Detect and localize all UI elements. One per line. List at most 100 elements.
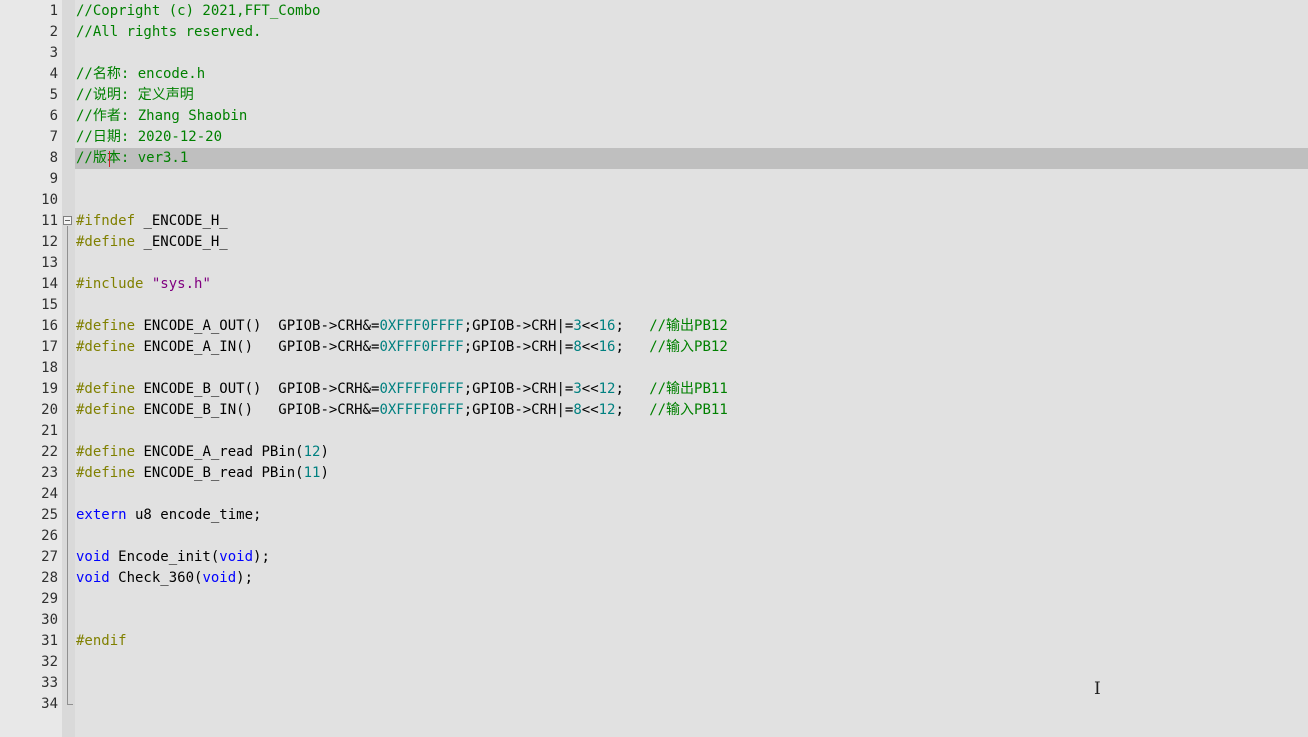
line-number: 14 bbox=[41, 276, 58, 292]
token-comment: //输出PB12 bbox=[649, 318, 728, 334]
code-line[interactable]: 23 #define ENCODE_B_read PBin(11) bbox=[0, 463, 1308, 484]
token-number: 12 bbox=[598, 381, 616, 397]
code-line[interactable]: 21 bbox=[0, 421, 1308, 442]
token-keyword: void bbox=[76, 570, 110, 586]
token-default: << bbox=[581, 402, 599, 418]
code-line[interactable]: 9 bbox=[0, 169, 1308, 190]
token-comment: //Copright (c) 2021,FFT_Combo bbox=[76, 3, 321, 19]
fold-collapse-icon[interactable] bbox=[63, 216, 72, 225]
code-line-text: #define ENCODE_B_read PBin(11) bbox=[76, 463, 329, 484]
code-line[interactable]: 16 #define ENCODE_A_OUT() GPIOB->CRH&=0XF… bbox=[0, 316, 1308, 337]
code-line[interactable]: 11 #ifndef _ENCODE_H_ bbox=[0, 211, 1308, 232]
code-editor[interactable]: 1 //Copright (c) 2021,FFT_Combo 2 //All rig… bbox=[0, 0, 1308, 737]
code-line[interactable]: 25 extern u8 encode_time; bbox=[0, 505, 1308, 526]
code-line[interactable]: 30 bbox=[0, 610, 1308, 631]
line-number: 10 bbox=[41, 192, 58, 208]
token-comment: //名称: encode.h bbox=[76, 66, 206, 82]
code-line[interactable]: 14 #include "sys.h" bbox=[0, 274, 1308, 295]
code-line[interactable]: 27 void Encode_init(void); bbox=[0, 547, 1308, 568]
code-line[interactable]: 28 void Check_360(void); bbox=[0, 568, 1308, 589]
code-line-text: #ifndef _ENCODE_H_ bbox=[76, 211, 228, 232]
code-line[interactable]: 15 bbox=[0, 295, 1308, 316]
code-line[interactable]: 2 //All rights reserved. bbox=[0, 22, 1308, 43]
token-default: Encode_init( bbox=[109, 549, 220, 565]
code-line-text: #define ENCODE_A_IN() GPIOB->CRH&=0XFFF0… bbox=[76, 337, 728, 358]
text-caret bbox=[109, 151, 110, 167]
code-line[interactable]: 17 #define ENCODE_A_IN() GPIOB->CRH&=0XFF… bbox=[0, 337, 1308, 358]
token-default: << bbox=[581, 318, 599, 334]
code-line[interactable]: 19 #define ENCODE_B_OUT() GPIOB->CRH&=0XF… bbox=[0, 379, 1308, 400]
token-preprocessor: #define bbox=[76, 381, 136, 397]
code-line[interactable]: 12 #define _ENCODE_H_ bbox=[0, 232, 1308, 253]
token-number: 16 bbox=[598, 318, 616, 334]
token-default: ;GPIOB->CRH|= bbox=[463, 381, 574, 397]
line-number: 5 bbox=[49, 87, 58, 103]
token-number: 0XFFFF0FFF bbox=[379, 381, 464, 397]
code-line[interactable]: 1 //Copright (c) 2021,FFT_Combo bbox=[0, 1, 1308, 22]
code-line[interactable]: 22 #define ENCODE_A_read PBin(12) bbox=[0, 442, 1308, 463]
token-comment: //输入PB12 bbox=[649, 339, 728, 355]
token-preprocessor: #define bbox=[76, 465, 136, 481]
code-line-text: #define ENCODE_A_OUT() GPIOB->CRH&=0XFFF… bbox=[76, 316, 728, 337]
code-line[interactable]: 33 bbox=[0, 673, 1308, 694]
code-line-text: #define ENCODE_A_read PBin(12) bbox=[76, 442, 329, 463]
line-number: 8 bbox=[49, 150, 58, 166]
code-line-text: //作者: Zhang Shaobin bbox=[76, 106, 247, 127]
line-number: 26 bbox=[41, 528, 58, 544]
token-default: << bbox=[581, 339, 599, 355]
token-comment: //日期: 2020-12-20 bbox=[76, 129, 223, 145]
token-comment: //作者: Zhang Shaobin bbox=[76, 108, 248, 124]
token-number: 0XFFFF0FFF bbox=[379, 402, 464, 418]
line-number: 16 bbox=[41, 318, 58, 334]
token-default: ENCODE_B_read PBin( bbox=[135, 465, 304, 481]
code-line[interactable]: 29 bbox=[0, 589, 1308, 610]
token-default: ;GPIOB->CRH|= bbox=[463, 339, 574, 355]
line-number: 30 bbox=[41, 612, 58, 628]
code-line-text: //说明: 定义声明 bbox=[76, 85, 194, 106]
line-number: 32 bbox=[41, 654, 58, 670]
code-line-text: void Check_360(void); bbox=[76, 568, 253, 589]
token-default: u8 encode_time; bbox=[126, 507, 262, 523]
code-line[interactable]: 18 bbox=[0, 358, 1308, 379]
token-default: ENCODE_A_read PBin( bbox=[135, 444, 304, 460]
code-line-text: #include "sys.h" bbox=[76, 274, 211, 295]
code-line[interactable]: 26 bbox=[0, 526, 1308, 547]
code-line[interactable]: 5 //说明: 定义声明 bbox=[0, 85, 1308, 106]
code-line-text: //Copright (c) 2021,FFT_Combo bbox=[76, 1, 320, 22]
code-line[interactable]: 4 //名称: encode.h bbox=[0, 64, 1308, 85]
code-line-text: //名称: encode.h bbox=[76, 64, 205, 85]
line-number: 6 bbox=[49, 108, 58, 124]
code-line[interactable]: 20 #define ENCODE_B_IN() GPIOB->CRH&=0XFF… bbox=[0, 400, 1308, 421]
line-number: 12 bbox=[41, 234, 58, 250]
code-line[interactable]: 13 bbox=[0, 253, 1308, 274]
code-line[interactable]: 6 //作者: Zhang Shaobin bbox=[0, 106, 1308, 127]
token-default: ;GPIOB->CRH|= bbox=[463, 402, 574, 418]
token-number: 3 bbox=[573, 318, 582, 334]
token-number: 11 bbox=[303, 465, 321, 481]
token-default bbox=[143, 276, 151, 292]
token-keyword: extern bbox=[76, 507, 127, 523]
token-keyword: void bbox=[76, 549, 110, 565]
code-line-text: #endif bbox=[76, 631, 127, 652]
token-default: ; bbox=[615, 339, 650, 355]
token-preprocessor: #define bbox=[76, 444, 136, 460]
code-line[interactable]: 3 bbox=[0, 43, 1308, 64]
line-number: 13 bbox=[41, 255, 58, 271]
line-number: 15 bbox=[41, 297, 58, 313]
code-line[interactable]: 8 //版本: ver3.1 bbox=[0, 148, 1308, 169]
token-number: 8 bbox=[573, 402, 582, 418]
code-line[interactable]: 34 bbox=[0, 694, 1308, 715]
code-line-text: #define _ENCODE_H_ bbox=[76, 232, 228, 253]
line-number: 11 bbox=[41, 213, 58, 229]
line-number: 7 bbox=[49, 129, 58, 145]
code-line[interactable]: 10 bbox=[0, 190, 1308, 211]
token-default: ; bbox=[615, 402, 650, 418]
code-line[interactable]: 24 bbox=[0, 484, 1308, 505]
code-line[interactable]: 7 //日期: 2020-12-20 bbox=[0, 127, 1308, 148]
token-number: 3 bbox=[573, 381, 582, 397]
token-default: ); bbox=[253, 549, 270, 565]
code-line[interactable]: 32 bbox=[0, 652, 1308, 673]
code-line[interactable]: 31 #endif bbox=[0, 631, 1308, 652]
token-number: 0XFFF0FFFF bbox=[379, 318, 464, 334]
token-preprocessor: #define bbox=[76, 339, 136, 355]
